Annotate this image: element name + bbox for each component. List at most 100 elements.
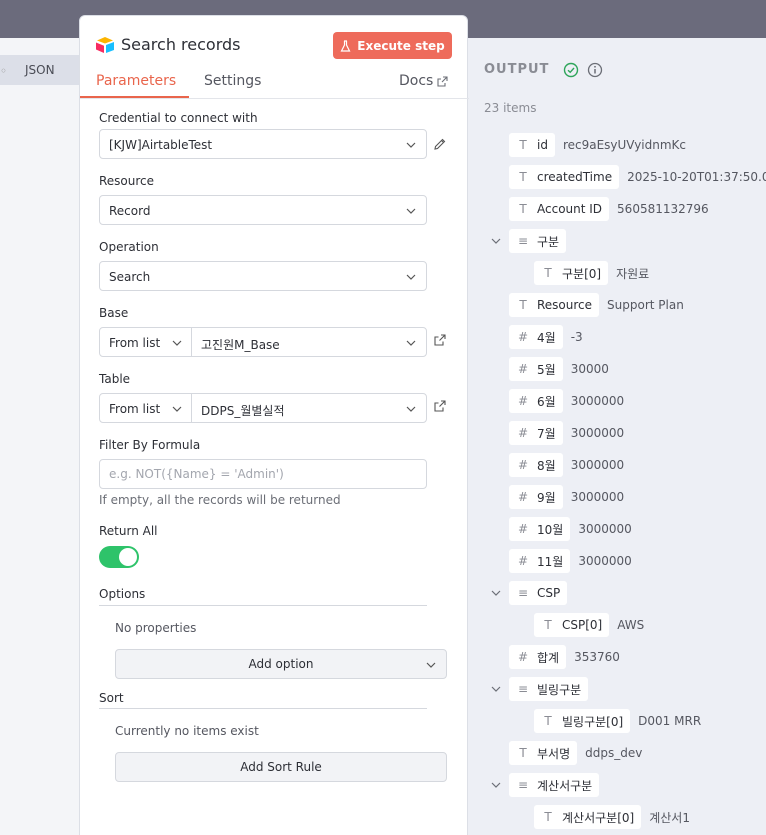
base-label: Base [99, 306, 129, 320]
options-title: Options [99, 587, 146, 601]
output-key-pill[interactable]: ≡ CSP [509, 581, 568, 605]
chevron-down-icon [426, 662, 436, 668]
output-key-pill[interactable]: ≡ 빌링구분 [509, 677, 589, 701]
check-circle-icon [563, 62, 579, 78]
options-divider [99, 605, 427, 606]
output-key-pill[interactable]: #6월 [509, 389, 563, 413]
output-key-pill[interactable]: T CSP[0] [534, 613, 610, 637]
formula-input[interactable] [99, 459, 427, 489]
output-row: #7월 3000000 [509, 421, 624, 445]
output-title: OUTPUT [484, 62, 550, 77]
formula-hint: If empty, all the records will be return… [99, 493, 341, 507]
chevron-down-icon [406, 142, 416, 148]
external-link-icon[interactable] [433, 399, 447, 413]
output-key-pill[interactable]: Tid [509, 133, 555, 157]
output-key-pill[interactable]: T 계산서구분[0] [534, 805, 642, 829]
output-key-pill[interactable]: ≡ 계산서구분 [509, 773, 600, 797]
chevron-down-icon [172, 340, 182, 346]
output-item-count: 23 items [484, 101, 537, 115]
output-key-pill[interactable]: #7월 [509, 421, 563, 445]
output-row: ≡ 구분 [509, 229, 567, 253]
chevron-down-icon [406, 340, 416, 346]
chevron-down-icon[interactable] [491, 238, 501, 244]
output-row: #8월 3000000 [509, 453, 624, 477]
output-key: 구분 [537, 234, 560, 249]
output-row: ≡ CSP [509, 581, 568, 605]
output-key-pill[interactable]: T Resource [509, 293, 600, 317]
output-key: 빌링구분 [537, 682, 582, 697]
output-key-pill[interactable]: T 부서명 [509, 741, 578, 765]
pencil-icon[interactable] [433, 137, 447, 151]
execute-step-button[interactable]: Execute step [333, 32, 452, 59]
add-sort-rule-button[interactable]: Add Sort Rule [115, 752, 447, 782]
output-key-pill[interactable]: #5월 [509, 357, 563, 381]
output-key-pill[interactable]: ≡ 구분 [509, 229, 567, 253]
info-icon[interactable] [587, 62, 603, 78]
tab-parameters[interactable]: Parameters [96, 73, 176, 89]
table-value[interactable]: DDPS_월별실적 [201, 402, 285, 419]
tab-divider [80, 98, 469, 99]
output-key-pill[interactable]: # 합계 [509, 645, 567, 669]
select-divider [191, 328, 192, 356]
output-row: T Account ID 560581132796 [509, 197, 709, 221]
output-key: CSP [537, 586, 561, 600]
field-type-icon: T [519, 138, 527, 152]
base-value[interactable]: 고진원M_Base [201, 336, 280, 353]
table-select[interactable]: From list DDPS_월별실적 [99, 393, 427, 423]
field-type-icon: ≡ [517, 586, 529, 600]
output-key: Resource [537, 298, 593, 312]
output-row: T 구분[0] 자원료 [534, 261, 649, 285]
field-type-icon: # [517, 522, 529, 536]
output-row: ≡ 빌링구분 [509, 677, 589, 701]
table-label: Table [99, 372, 131, 386]
field-type-icon: # [517, 490, 529, 504]
output-value: 3000000 [570, 458, 625, 472]
chevron-down-icon[interactable] [491, 590, 501, 596]
json-view-tab[interactable]: ◦ JSON [0, 55, 80, 85]
output-value: Support Plan [607, 298, 684, 312]
output-key-pill[interactable]: #10월 [509, 517, 571, 541]
execute-step-label: Execute step [357, 38, 445, 53]
operation-select[interactable]: Search [99, 261, 427, 291]
base-select[interactable]: From list 고진원M_Base [99, 327, 427, 357]
output-row: T Resource Support Plan [509, 293, 684, 317]
output-value: 3000000 [570, 490, 625, 504]
output-key-pill[interactable]: #9월 [509, 485, 563, 509]
output-key-pill[interactable]: T 빌링구분[0] [534, 709, 631, 733]
airtable-icon [96, 37, 114, 53]
credential-select[interactable]: [KJW]AirtableTest [99, 129, 427, 159]
tab-settings[interactable]: Settings [204, 73, 261, 89]
chevron-down-icon[interactable] [491, 686, 501, 692]
output-value: 자원료 [616, 266, 650, 281]
field-type-icon: # [517, 458, 529, 472]
output-key: 10월 [537, 522, 564, 537]
output-key-pill[interactable]: TcreatedTime [509, 165, 620, 189]
add-option-button[interactable]: Add option [115, 649, 447, 679]
output-row: #10월 3000000 [509, 517, 632, 541]
json-tab-label: JSON [25, 63, 55, 77]
output-row: TcreatedTime 2025-10-20T01:37:50.000 [509, 165, 766, 189]
output-row: Tid rec9aEsyUVyidnmKc [509, 133, 686, 157]
resource-select[interactable]: Record [99, 195, 427, 225]
output-key-pill[interactable]: #4월 [509, 325, 563, 349]
field-type-icon: # [517, 650, 529, 664]
output-value: 3000000 [578, 522, 632, 536]
output-value: D001 MRR [638, 714, 702, 728]
external-link-icon[interactable] [433, 333, 447, 347]
output-key: createdTime [537, 170, 613, 184]
output-key-pill[interactable]: #11월 [509, 549, 571, 573]
base-mode-value[interactable]: From list [109, 336, 160, 350]
return-all-toggle[interactable] [99, 546, 139, 568]
output-key: 7월 [537, 426, 556, 441]
output-key-pill[interactable]: #8월 [509, 453, 563, 477]
output-row: T 부서명 ddps_dev [509, 741, 642, 765]
chevron-down-icon[interactable] [491, 782, 501, 788]
output-key-pill[interactable]: T Account ID [509, 197, 610, 221]
output-key: 빌링구분[0] [562, 714, 624, 729]
output-key: 계산서구분[0] [562, 810, 635, 825]
docs-link[interactable]: Docs [399, 73, 448, 89]
table-mode-value[interactable]: From list [109, 402, 160, 416]
output-key-pill[interactable]: T 구분[0] [534, 261, 609, 285]
output-value: 2025-10-20T01:37:50.000 [627, 170, 766, 184]
resource-value: Record [109, 204, 151, 218]
